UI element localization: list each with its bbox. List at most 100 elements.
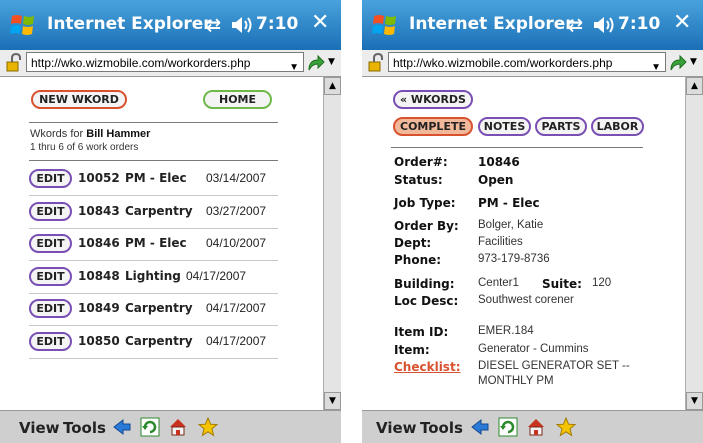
tab-complete[interactable]: COMPLETE: [393, 117, 473, 136]
go-dropdown-icon[interactable]: ▼: [690, 57, 697, 67]
windows-start-icon[interactable]: [9, 11, 37, 39]
scroll-up-button[interactable]: ▲: [324, 77, 341, 95]
refresh-icon[interactable]: [498, 417, 518, 437]
clock[interactable]: 7:10: [618, 14, 660, 34]
scroll-up-button[interactable]: ▲: [686, 77, 703, 95]
close-button[interactable]: ✕: [311, 10, 329, 35]
locdesc-label: Loc Desc:: [394, 294, 459, 308]
workorder-row: EDIT 10843 Carpentry 03/27/2007: [29, 201, 279, 224]
checklist-value-line1: DIESEL GENERATOR SET --: [478, 360, 630, 372]
orderby-value: Bolger, Katie: [478, 219, 544, 231]
edit-button[interactable]: EDIT: [29, 331, 72, 351]
url-text: http://wko.wizmobile.com/workorders.php: [393, 56, 613, 70]
status-label: Status:: [394, 173, 443, 187]
close-button[interactable]: ✕: [673, 10, 691, 35]
speaker-icon[interactable]: [592, 14, 616, 36]
workorder-number: 10848: [78, 268, 120, 283]
tab-notes[interactable]: NOTES: [478, 117, 531, 136]
go-arrow-icon[interactable]: [306, 53, 326, 73]
row-divider: [29, 357, 278, 359]
order-label: Order#:: [394, 155, 448, 169]
divider: [391, 147, 643, 148]
edit-button[interactable]: EDIT: [29, 266, 72, 286]
workorder-type: PM - Elec: [125, 171, 187, 185]
home-icon[interactable]: [526, 417, 546, 437]
edit-button[interactable]: EDIT: [29, 201, 72, 221]
menu-bar: View Tools: [362, 410, 703, 443]
tab-parts[interactable]: PARTS: [535, 117, 587, 136]
jobtype-label: Job Type:: [394, 196, 456, 210]
new-wkord-button[interactable]: NEW WKORD: [31, 90, 127, 109]
back-icon[interactable]: [470, 417, 490, 437]
building-value: Center1: [478, 277, 519, 289]
go-arrow-icon[interactable]: [668, 53, 688, 73]
workorder-date: 03/27/2007: [206, 203, 267, 218]
title-bar: Internet Explorer ⇄ 7:10 ✕: [362, 0, 703, 50]
divider: [29, 122, 278, 123]
building-label: Building:: [394, 277, 455, 291]
itemid-value: EMER.184: [478, 325, 534, 337]
workorder-date: 03/14/2007: [206, 171, 267, 185]
tab-labor[interactable]: LABOR: [591, 117, 644, 136]
workorder-type: Lighting: [125, 268, 181, 283]
page-content: « WKORDS COMPLETE NOTES PARTS LABOR Orde…: [362, 77, 685, 410]
go-dropdown-icon[interactable]: ▼: [328, 57, 335, 67]
scroll-down-button[interactable]: ▼: [324, 392, 341, 410]
row-divider: [29, 227, 278, 229]
scrollbar[interactable]: ▲ ▼: [685, 77, 703, 410]
edit-button[interactable]: EDIT: [29, 299, 72, 318]
edit-button[interactable]: EDIT: [29, 234, 72, 253]
row-divider: [29, 195, 278, 196]
itemid-label: Item ID:: [394, 325, 449, 339]
edit-button[interactable]: EDIT: [29, 169, 72, 188]
home-icon[interactable]: [168, 417, 188, 437]
order-value: 10846: [478, 155, 520, 169]
home-button[interactable]: HOME: [203, 90, 272, 109]
workorder-number: 10843: [78, 203, 120, 218]
user-name: Bill Hammer: [86, 128, 151, 140]
url-input[interactable]: http://wko.wizmobile.com/workorders.php …: [26, 52, 304, 72]
workorder-type: Carpentry: [125, 301, 193, 315]
scrollbar[interactable]: ▲ ▼: [323, 77, 341, 410]
suite-value: 120: [592, 277, 612, 289]
view-menu[interactable]: View: [19, 419, 60, 437]
divider: [29, 160, 278, 161]
workorder-date: 04/10/2007: [206, 236, 267, 250]
favorites-star-icon[interactable]: [198, 417, 218, 437]
scroll-down-button[interactable]: ▼: [686, 392, 703, 410]
locdesc-value: Southwest corener: [478, 294, 574, 306]
view-menu[interactable]: View: [376, 419, 417, 437]
workorder-date: 04/17/2007: [186, 268, 247, 283]
favorites-star-icon[interactable]: [556, 417, 576, 437]
title-bar: Internet Explorer ⇄ 7:10 ✕: [0, 0, 341, 50]
windows-start-icon[interactable]: [371, 11, 399, 39]
speaker-icon[interactable]: [230, 14, 254, 36]
url-dropdown-icon[interactable]: ▼: [289, 58, 299, 71]
range-text: 1 thru 6 of 6 work orders: [30, 142, 139, 153]
workorder-type: Carpentry: [125, 203, 193, 218]
page-content: NEW WKORD HOME Wkords for Bill Hammer 1 …: [0, 77, 323, 410]
url-text: http://wko.wizmobile.com/workorders.php: [31, 56, 251, 70]
checklist-link[interactable]: Checklist:: [394, 360, 461, 374]
item-value: Generator - Cummins: [478, 343, 589, 355]
app-title: Internet Explorer: [47, 14, 212, 34]
workorder-row: EDIT 10850 Carpentry 04/17/2007: [29, 331, 279, 354]
wkords-back-button[interactable]: « WKORDS: [393, 90, 473, 109]
dept-value: Facilities: [478, 236, 523, 248]
back-icon[interactable]: [112, 417, 132, 437]
tools-menu[interactable]: Tools: [63, 419, 106, 437]
clock[interactable]: 7:10: [256, 14, 298, 34]
refresh-icon[interactable]: [140, 417, 160, 437]
workorder-number: 10849: [78, 301, 120, 315]
tools-menu[interactable]: Tools: [420, 419, 463, 437]
url-dropdown-icon[interactable]: ▼: [651, 58, 661, 71]
connectivity-icon[interactable]: ⇄: [206, 15, 221, 36]
workorder-type: Carpentry: [125, 333, 193, 348]
url-input[interactable]: http://wko.wizmobile.com/workorders.php …: [388, 52, 666, 72]
item-label: Item:: [394, 343, 430, 357]
workorder-number: 10052: [78, 171, 120, 185]
workorder-row: EDIT 10849 Carpentry 04/17/2007: [29, 299, 279, 321]
jobtype-value: PM - Elec: [478, 196, 540, 210]
connectivity-icon[interactable]: ⇄: [568, 15, 583, 36]
row-divider: [29, 260, 278, 261]
